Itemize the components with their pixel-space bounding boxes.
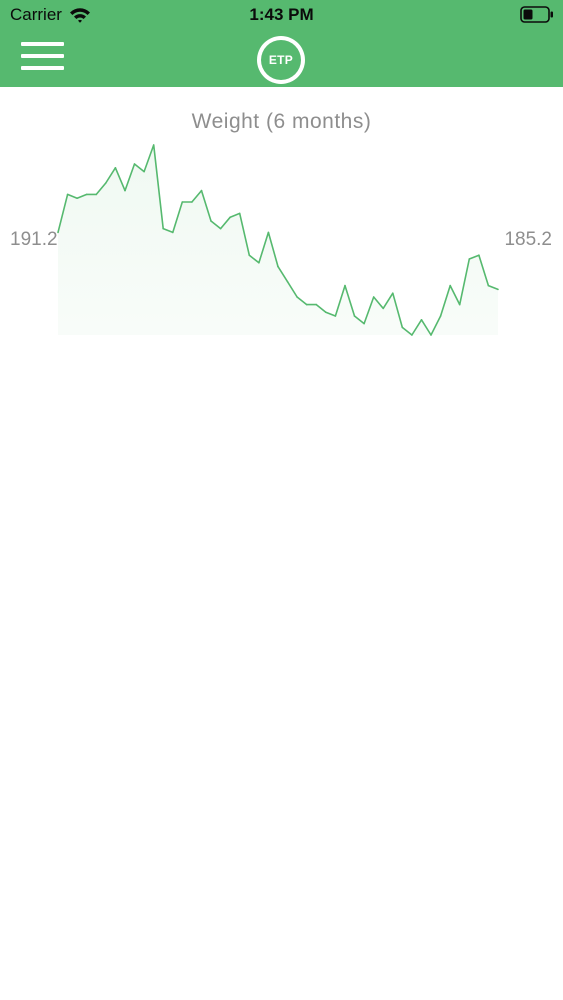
- weight-point: [353, 315, 356, 317]
- weight-point: [392, 292, 394, 295]
- weight-point: [248, 254, 251, 256]
- weight-point: [372, 296, 375, 298]
- weight-point: [133, 163, 136, 165]
- weight-point: [411, 334, 413, 336]
- weight-point: [238, 212, 241, 215]
- weight-point: [305, 303, 308, 306]
- weight-point: [57, 231, 59, 234]
- weight-point: [181, 201, 184, 203]
- weight-point: [85, 193, 88, 196]
- weight-point: [420, 319, 423, 321]
- weight-point: [430, 334, 432, 336]
- weight-point: [449, 284, 452, 287]
- weight-point: [325, 311, 327, 314]
- weight-point: [124, 189, 126, 192]
- weight-area-fill: [58, 145, 498, 335]
- screen: Carrier 1:43 PM ETP Weight (6 months) 19…: [0, 0, 563, 1000]
- weight-point: [200, 189, 203, 192]
- weight-point: [401, 326, 404, 329]
- weight-chart: [57, 144, 499, 336]
- weight-point: [363, 322, 365, 325]
- weight-point: [334, 315, 337, 317]
- weight-point: [458, 303, 461, 306]
- weight-point: [439, 315, 442, 317]
- weight-point: [315, 303, 318, 306]
- weight-point: [497, 288, 499, 291]
- weight-point: [468, 258, 471, 260]
- weight-point: [382, 307, 385, 310]
- weight-point: [487, 284, 490, 287]
- weight-point: [286, 281, 289, 283]
- weight-point: [229, 216, 231, 218]
- weight-point: [344, 284, 346, 287]
- weight-point: [191, 201, 193, 203]
- weight-point: [162, 227, 164, 230]
- weight-point: [95, 193, 98, 196]
- weight-point: [210, 220, 212, 222]
- weight-point: [143, 170, 145, 173]
- weight-point: [296, 296, 298, 298]
- weight-point: [478, 254, 480, 256]
- weight-point: [172, 231, 174, 234]
- weight-point: [76, 197, 78, 199]
- weight-point: [277, 265, 279, 268]
- weight-point: [219, 227, 222, 230]
- weight-point: [66, 193, 69, 196]
- weight-point: [105, 182, 107, 184]
- weight-point: [152, 144, 155, 146]
- weight-point: [114, 167, 117, 169]
- weight-point: [258, 262, 260, 264]
- weight-point: [267, 231, 270, 234]
